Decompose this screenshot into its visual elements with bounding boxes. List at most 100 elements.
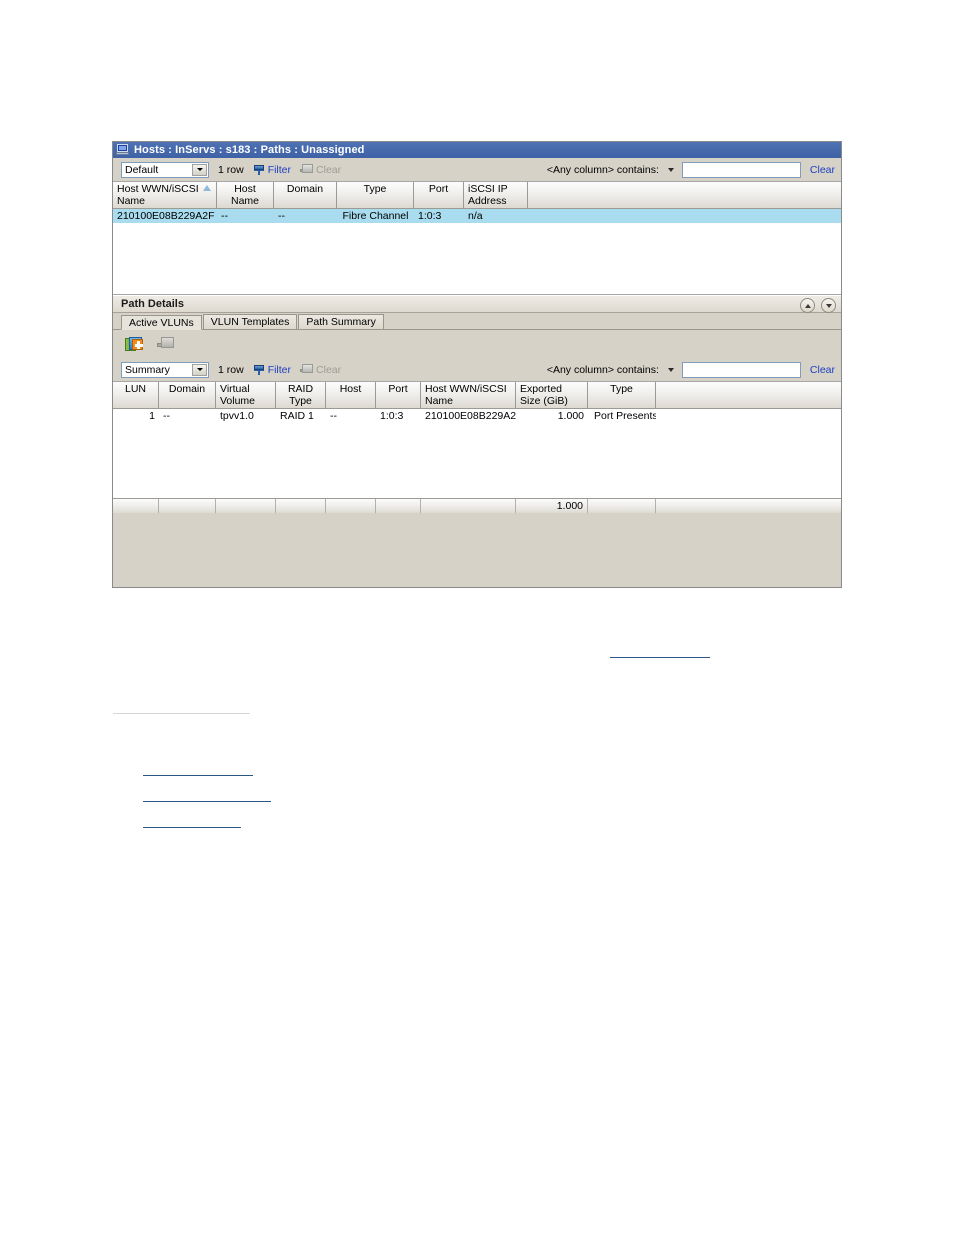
cell-exported-size: 1.000 <box>557 410 584 422</box>
sort-ascending-icon <box>203 185 211 191</box>
vlun-any-column-chevron-down-icon[interactable] <box>667 367 674 372</box>
paths-search-input[interactable] <box>681 161 801 178</box>
paths-any-column-label: <Any column> contains: <box>546 163 659 176</box>
eraser-icon <box>300 364 314 375</box>
vlun-col-host-wwn[interactable]: Host WWN/iSCSI Name <box>421 382 516 408</box>
path-details-title: Path Details <box>121 298 184 310</box>
cell-domain: -- <box>278 210 285 222</box>
vlun-col-port[interactable]: Port <box>376 382 421 408</box>
page-root: Hosts : InServs : s183 : Paths : Unassig… <box>0 0 954 1235</box>
paths-col-domain[interactable]: Domain <box>274 182 337 208</box>
paths-col-iscsi-ip[interactable]: iSCSI IP Address <box>464 182 528 208</box>
window-title: Hosts : InServs : s183 : Paths : Unassig… <box>134 144 365 156</box>
funnel-icon <box>253 364 265 376</box>
path-details-header: Path Details <box>113 295 841 313</box>
vlun-grid-footer: 1.000 <box>113 498 841 513</box>
paths-filter-button[interactable]: Filter <box>253 164 291 176</box>
paths-col-filler <box>528 182 841 208</box>
vlun-col-domain[interactable]: Domain <box>159 382 216 408</box>
paths-row-count: 1 row <box>218 163 244 176</box>
paths-grid-body: 210100E08B229A2F -- -- Fibre Channel 1:0… <box>113 209 841 223</box>
vlun-any-column-label: <Any column> contains: <box>546 363 659 376</box>
chevron-up-circle-icon[interactable] <box>800 298 815 313</box>
paths-filter-toolbar: Default 1 row Filter Clear <Any column> … <box>113 158 841 181</box>
vlun-filter-label: Filter <box>267 363 292 376</box>
path-details-header-buttons <box>800 298 836 313</box>
cell-domain: -- <box>163 410 170 422</box>
vlun-clear-button[interactable]: Clear <box>300 364 341 376</box>
vlun-col-type[interactable]: Type <box>588 382 656 408</box>
table-row[interactable]: 210100E08B229A2F -- -- Fibre Channel 1:0… <box>113 209 841 223</box>
total-host-wwn <box>421 499 516 513</box>
paths-grid-header: Host WWN/iSCSI Name Host Name Domain Typ… <box>113 182 841 209</box>
chevron-down-icon[interactable] <box>192 163 207 176</box>
total-lun <box>113 499 159 513</box>
vlun-view-select[interactable]: Summary <box>121 361 209 378</box>
paths-col-host-wwn[interactable]: Host WWN/iSCSI Name <box>113 182 217 208</box>
funnel-icon <box>253 164 265 176</box>
vlun-clear-label: Clear <box>316 363 342 376</box>
paths-window: Hosts : InServs : s183 : Paths : Unassig… <box>112 141 842 588</box>
create-vlun-icon[interactable] <box>125 336 145 353</box>
chevron-down-icon[interactable] <box>192 363 207 376</box>
vlun-search-group: <Any column> contains: Clear <box>547 358 835 381</box>
page-link-rule-2[interactable] <box>143 775 253 776</box>
page-link-rule-4[interactable] <box>143 827 241 828</box>
vlun-grid-body: 1 -- tpvv1.0 RAID 1 -- 1:0:3 210100E08B2… <box>113 409 841 423</box>
vlun-search-input[interactable] <box>681 361 801 378</box>
cell-host-wwn: 210100E08B229A2F <box>425 410 516 422</box>
cell-iscsi-ip: n/a <box>468 210 483 222</box>
vlun-toolbar <box>113 330 841 358</box>
page-separator-rule <box>113 713 250 714</box>
page-link-rule-3[interactable] <box>143 801 271 802</box>
total-raid-type <box>276 499 326 513</box>
total-filler <box>656 499 841 513</box>
vlun-row-count: 1 row <box>218 363 244 376</box>
total-domain <box>159 499 216 513</box>
total-port <box>376 499 421 513</box>
cell-virtual-volume: tpvv1.0 <box>220 410 254 422</box>
paths-clear-button[interactable]: Clear <box>300 164 341 176</box>
total-type <box>588 499 656 513</box>
total-virtual-volume <box>216 499 276 513</box>
vlun-col-host[interactable]: Host <box>326 382 376 408</box>
page-link-rule-1[interactable] <box>610 657 710 658</box>
vlun-grid: LUN Domain Virtual Volume RAID Type Host… <box>113 381 841 498</box>
vlun-grid-header: LUN Domain Virtual Volume RAID Type Host… <box>113 382 841 409</box>
path-details-tabstrip: Active VLUNs VLUN Templates Path Summary <box>113 313 841 330</box>
paths-search-clear-link[interactable]: Clear <box>810 164 835 176</box>
vlun-col-exported-size[interactable]: Exported Size (GiB) <box>516 382 588 408</box>
tab-path-summary[interactable]: Path Summary <box>298 314 384 329</box>
window-bottom-padding <box>113 513 841 518</box>
tab-vlun-templates[interactable]: VLUN Templates <box>202 314 298 329</box>
paths-col-host-name[interactable]: Host Name <box>217 182 274 208</box>
table-row[interactable]: 1 -- tpvv1.0 RAID 1 -- 1:0:3 210100E08B2… <box>113 409 841 423</box>
vlun-view-select-value: Summary <box>125 363 170 376</box>
paths-any-column-chevron-down-icon[interactable] <box>667 167 674 172</box>
cell-port: 1:0:3 <box>380 410 404 422</box>
vlun-col-lun[interactable]: LUN <box>113 382 159 408</box>
paths-col-type[interactable]: Type <box>337 182 414 208</box>
paths-view-select[interactable]: Default <box>121 161 209 178</box>
total-exported-size: 1.000 <box>516 499 588 513</box>
chevron-down-circle-icon[interactable] <box>821 298 836 313</box>
vlun-col-filler <box>656 382 841 408</box>
total-host <box>326 499 376 513</box>
vlun-col-raid-type[interactable]: RAID Type <box>276 382 326 408</box>
vlun-search-clear-link[interactable]: Clear <box>810 364 835 376</box>
paths-grid: Host WWN/iSCSI Name Host Name Domain Typ… <box>113 181 841 295</box>
vlun-filter-button[interactable]: Filter <box>253 364 291 376</box>
remove-vlun-icon[interactable] <box>157 337 174 351</box>
tab-active-vluns[interactable]: Active VLUNs <box>121 315 202 330</box>
cell-type: Fibre Channel <box>342 210 409 222</box>
paths-col-port[interactable]: Port <box>414 182 464 208</box>
cell-host-wwn: 210100E08B229A2F <box>117 210 215 222</box>
computer-icon <box>116 144 129 156</box>
cell-host-name: -- <box>221 210 228 222</box>
vlun-filter-toolbar: Summary 1 row Filter Clear <Any column> … <box>113 358 841 381</box>
vlun-col-virtual-volume[interactable]: Virtual Volume <box>216 382 276 408</box>
cell-port: 1:0:3 <box>418 210 442 222</box>
paths-view-select-value: Default <box>125 163 159 176</box>
cell-host: -- <box>330 410 337 422</box>
paths-clear-label: Clear <box>316 163 342 176</box>
